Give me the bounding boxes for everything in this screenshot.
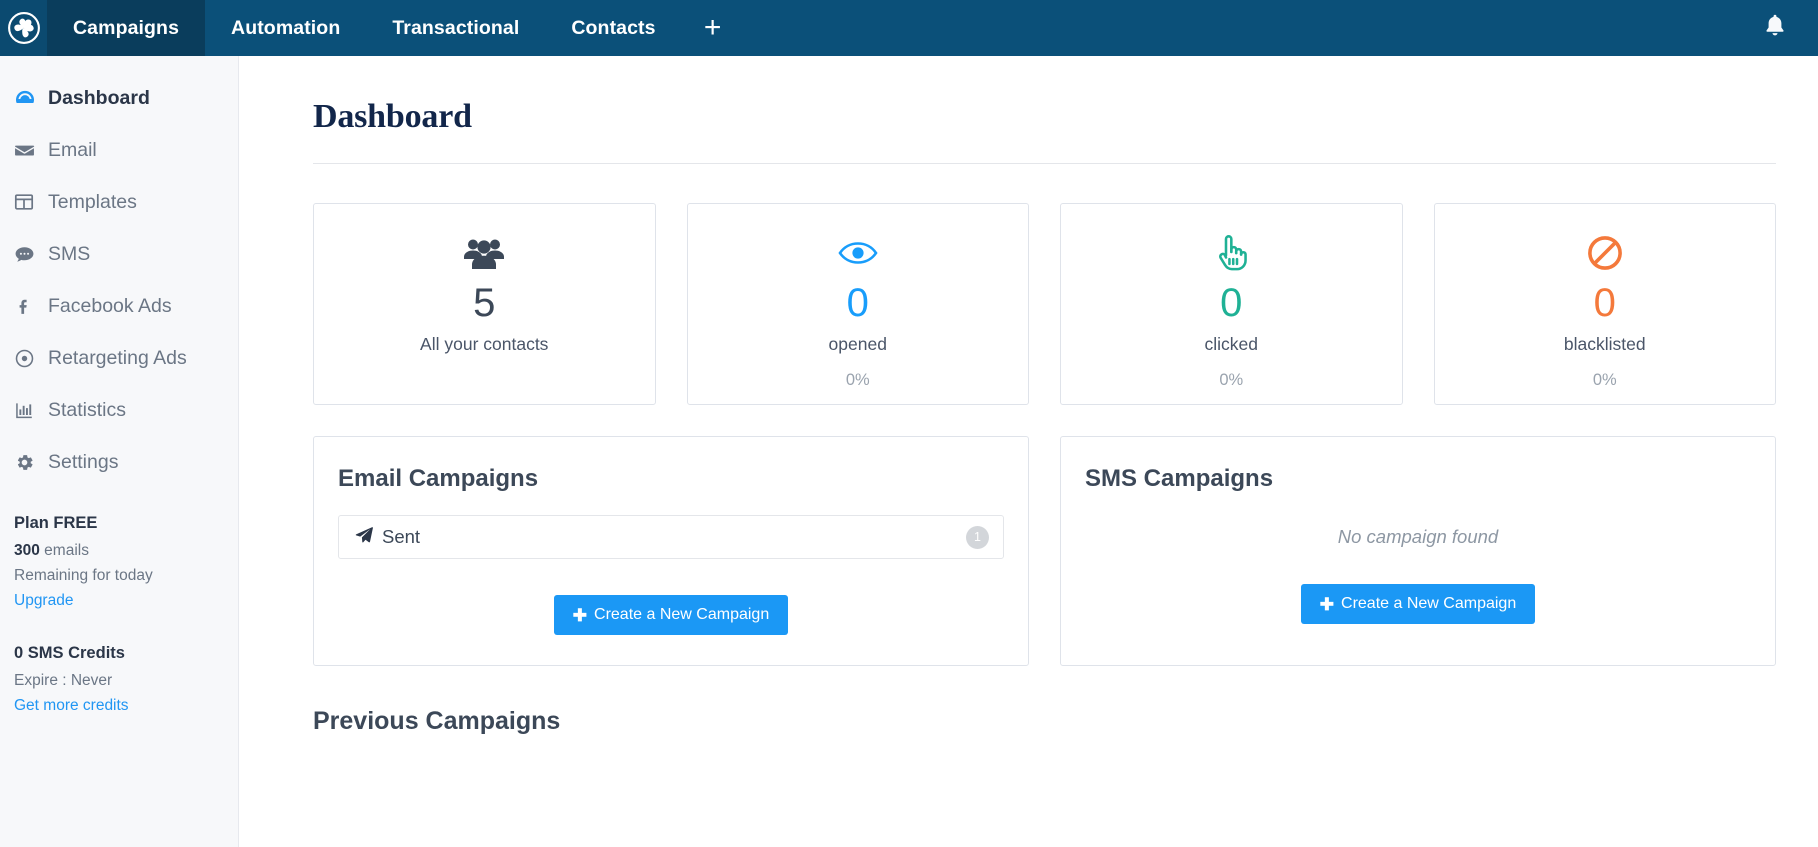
email-campaigns-panel: Email Campaigns Sent 1 ✚ Create a New Ca…: [313, 436, 1029, 666]
sidebar-item-dashboard[interactable]: Dashboard: [0, 72, 238, 124]
stat-label: opened: [828, 334, 887, 354]
sidebar: Dashboard Email Templates SMS Facebook A…: [0, 56, 239, 847]
stat-value: 0: [846, 281, 869, 325]
nav-item-transactional[interactable]: Transactional: [366, 0, 545, 56]
sms-empty-message: No campaign found: [1337, 526, 1499, 547]
email-sent-count-badge: 1: [966, 525, 989, 549]
sms-credits-info: 0 SMS Credits Expire : Never Get more cr…: [0, 610, 238, 715]
sidebar-item-sms[interactable]: SMS: [0, 228, 238, 280]
gear-icon: [14, 452, 48, 473]
plus-icon: ✚: [1319, 594, 1335, 614]
eye-icon: [837, 230, 879, 276]
sms-create-campaign-label: Create a New Campaign: [1341, 595, 1517, 612]
sidebar-item-label: Statistics: [48, 398, 127, 421]
sms-campaigns-title: SMS Campaigns: [1085, 465, 1274, 492]
pinwheel-logo-icon: [7, 11, 41, 45]
stat-card-opened: 0 opened 0%: [686, 203, 1029, 405]
campaign-panels-row: Email Campaigns Sent 1 ✚ Create a New Ca…: [313, 436, 1776, 666]
sidebar-item-retargeting-ads[interactable]: Retargeting Ads: [0, 332, 238, 384]
sidebar-item-label: Facebook Ads: [48, 294, 172, 317]
sidebar-item-templates[interactable]: Templates: [0, 176, 238, 228]
plan-note: Remaining for today: [14, 567, 153, 584]
sidebar-item-statistics[interactable]: Statistics: [0, 384, 238, 436]
sms-campaigns-panel: SMS Campaigns No campaign found ✚ Create…: [1060, 436, 1776, 666]
stat-label: All your contacts: [420, 334, 549, 354]
facebook-icon: [14, 296, 48, 317]
page-title: Dashboard: [313, 98, 472, 135]
stat-card-blacklisted: 0 blacklisted 0%: [1433, 203, 1776, 405]
email-sent-row[interactable]: Sent 1: [338, 515, 1004, 559]
sidebar-item-settings[interactable]: Settings: [0, 436, 238, 488]
hand-pointer-icon: [1214, 230, 1248, 276]
nav-label: Automation: [231, 16, 341, 39]
speedometer-icon: [14, 87, 48, 109]
nav-label: Contacts: [571, 16, 656, 39]
add-tab-button[interactable]: +: [682, 0, 744, 56]
plan-info: Plan FREE 300 emails Remaining for today…: [0, 488, 238, 610]
email-campaigns-title: Email Campaigns: [338, 465, 539, 492]
title-divider: [313, 163, 1776, 164]
sidebar-item-label: Settings: [48, 450, 119, 473]
sidebar-item-email[interactable]: Email: [0, 124, 238, 176]
stat-label: blacklisted: [1563, 334, 1646, 354]
sms-create-campaign-button[interactable]: ✚ Create a New Campaign: [1300, 584, 1536, 624]
target-icon: [14, 348, 48, 369]
stat-value: 0: [1593, 281, 1616, 325]
sidebar-item-label: Templates: [48, 190, 137, 213]
plan-title: Plan FREE: [14, 514, 98, 532]
stat-value: 5: [473, 281, 496, 325]
bar-chart-icon: [14, 400, 48, 420]
stats-row: 5 All your contacts 0 opened 0% 0 clicke…: [313, 203, 1776, 405]
sms-credits-title: 0 SMS Credits: [14, 644, 125, 662]
email-create-campaign-label: Create a New Campaign: [594, 606, 770, 623]
paper-plane-icon: [355, 526, 373, 549]
stat-percent: 0%: [845, 371, 870, 389]
upgrade-link[interactable]: Upgrade: [14, 592, 238, 610]
users-icon: [463, 230, 505, 276]
plan-quota-unit: emails: [39, 542, 89, 559]
ban-icon: [1586, 230, 1624, 276]
sms-credits-expiry: Expire : Never: [14, 672, 113, 689]
sidebar-item-label: Dashboard: [48, 86, 150, 109]
stat-value: 0: [1220, 281, 1243, 325]
plan-quota: 300 emails: [14, 542, 238, 560]
email-create-button-wrap: ✚ Create a New Campaign: [338, 595, 1004, 635]
bell-icon: [1764, 14, 1786, 43]
stat-card-contacts: 5 All your contacts: [313, 203, 656, 405]
sms-create-button-wrap: ✚ Create a New Campaign: [1085, 584, 1751, 624]
sidebar-item-label: SMS: [48, 242, 91, 265]
notifications-button[interactable]: [1750, 0, 1800, 56]
app-logo[interactable]: [0, 0, 47, 56]
sidebar-item-facebook-ads[interactable]: Facebook Ads: [0, 280, 238, 332]
email-create-campaign-button[interactable]: ✚ Create a New Campaign: [553, 595, 789, 635]
plan-quota-amount: 300: [14, 542, 40, 559]
nav-label: Transactional: [392, 16, 520, 39]
nav-item-campaigns[interactable]: Campaigns: [47, 0, 206, 56]
stat-percent: 0%: [1219, 371, 1244, 389]
email-sent-label: Sent: [382, 526, 421, 547]
top-navbar: Campaigns Automation Transactional Conta…: [0, 0, 1818, 56]
previous-campaigns-title: Previous Campaigns: [313, 707, 561, 735]
stat-card-clicked: 0 clicked 0%: [1060, 203, 1403, 405]
stat-label: clicked: [1204, 334, 1259, 354]
nav-label: Campaigns: [73, 16, 180, 39]
envelope-icon: [14, 140, 48, 161]
get-more-credits-link[interactable]: Get more credits: [14, 697, 238, 715]
main-content: Dashboard 5 All your contacts 0 opened 0…: [239, 56, 1818, 847]
layout-icon: [14, 192, 48, 212]
comment-icon: [14, 244, 48, 265]
nav-item-automation[interactable]: Automation: [205, 0, 366, 56]
plus-icon: +: [703, 11, 722, 44]
stat-percent: 0%: [1592, 371, 1617, 389]
sidebar-item-label: Retargeting Ads: [48, 346, 187, 369]
sidebar-item-label: Email: [48, 138, 97, 161]
plus-icon: ✚: [572, 605, 588, 625]
email-sent-label-wrap: Sent: [355, 526, 420, 549]
nav-item-contacts[interactable]: Contacts: [545, 0, 681, 56]
